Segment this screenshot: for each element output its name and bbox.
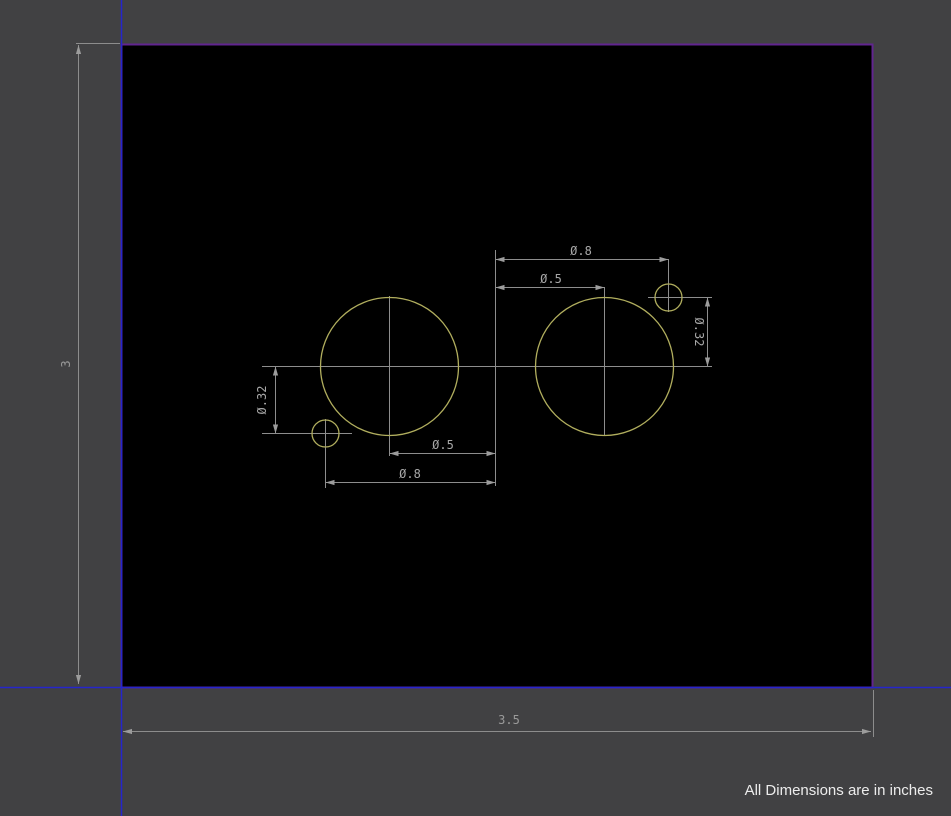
cad-viewport[interactable]: 3 3.5 Ø.8 Ø.5 Ø.32 [0, 0, 951, 816]
dim-label-right-hole: Ø.32 [692, 318, 706, 347]
dim-label-top-small-hole: Ø.8 [570, 244, 592, 258]
dim-label-plate-width: 3.5 [498, 713, 520, 727]
dim-label-bottom-large-hole: Ø.5 [432, 438, 454, 452]
dim-label-left-hole: Ø.32 [255, 386, 269, 415]
dim-label-top-large-hole: Ø.5 [540, 272, 562, 286]
units-note: All Dimensions are in inches [745, 782, 933, 799]
dim-label-bottom-small-hole: Ø.8 [399, 467, 421, 481]
dim-label-plate-height: 3 [59, 360, 73, 367]
cad-drawing-canvas[interactable]: 3 3.5 Ø.8 Ø.5 Ø.32 [0, 0, 951, 816]
